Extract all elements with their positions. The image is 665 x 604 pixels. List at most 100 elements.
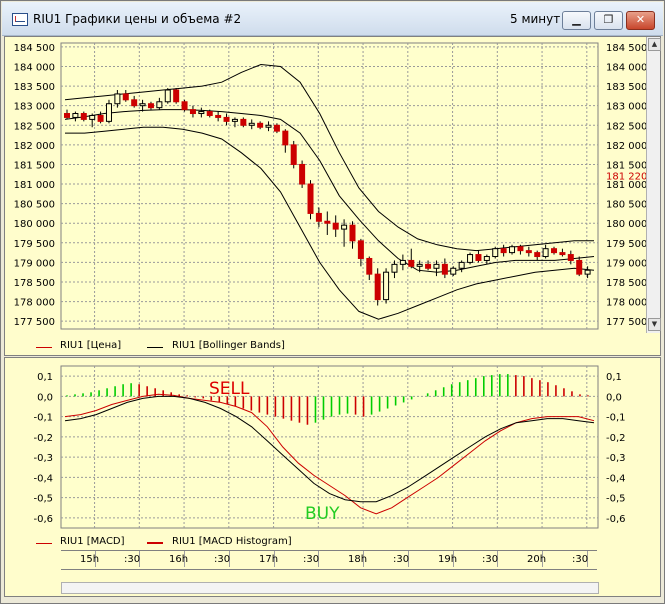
price-candle [441,263,448,275]
time-axis-label: :30 [393,554,410,565]
restore-icon: ❐ [603,13,614,26]
price-candle [391,263,398,273]
title-bar[interactable]: RIU1 Графики цены и объема #2 5 минут ▁ … [2,2,663,36]
price-scrollbar[interactable]: ▲ ▼ [646,37,661,333]
minimize-button[interactable]: ▁ [562,11,591,30]
price-axis-tick-left: 180 000 [14,219,55,230]
scroll-up-button[interactable]: ▲ [648,38,661,51]
price-candle [273,124,280,132]
price-axis-tick-right: 184 000 [606,63,647,74]
chart-app-icon [12,13,28,26]
macd-axis-tick-right: -0,6 [606,514,626,525]
price-candle [80,113,87,120]
price-axis-tick-left: 180 500 [14,200,55,211]
price-candle [357,240,364,259]
price-candle [299,163,306,185]
price-candle [450,267,457,275]
legend-swatch-price [36,347,52,348]
time-axis-label: 19h [438,554,458,565]
legend-price: RIU1 [Цена] [60,340,122,351]
price-pane[interactable]: 184 500 184 500 184 000 184 000 183 500 183 5… [4,36,661,356]
macd-axis-tick-right: 0,0 [606,392,622,403]
price-candle [416,263,423,267]
price-axis-tick-left: 182 000 [14,141,55,152]
price-candle [64,113,70,118]
macd-axis-tick-left: -0,6 [33,514,53,525]
price-axis-tick-left: 184 000 [14,63,55,74]
price-candle [315,212,322,222]
price-chart[interactable]: 184 500 184 500 184 000 184 000 183 500 183 5… [5,37,660,355]
price-candle [349,224,356,242]
scroll-down-button[interactable]: ▼ [648,318,661,331]
price-candle [257,122,264,128]
macd-axis-tick-right: -0,3 [606,453,626,464]
time-axis-label: 18h [348,554,368,565]
price-candle [139,103,146,107]
time-axis-label: :30 [303,554,320,565]
price-axis-tick-right: 183 500 [606,82,647,93]
price-candle [114,93,121,105]
price-axis-tick-left: 183 500 [14,82,55,93]
price-candle [399,259,406,265]
price-candle [374,273,381,301]
price-axis-tick-left: 182 500 [14,121,55,132]
maximize-button[interactable]: ❐ [594,11,623,30]
price-candle [559,252,566,256]
price-candle [341,224,348,230]
time-axis-label: 20h [527,554,547,565]
price-axis-tick-right: 177 500 [606,317,647,328]
price-candle [483,256,490,261]
price-candle [567,254,574,261]
price-candle [542,248,549,258]
price-axis-tick-left: 177 500 [14,317,55,328]
close-icon: ✕ [635,13,646,26]
price-candle [198,111,205,115]
price-axis-tick-right: 184 500 [606,43,647,54]
price-candle [147,103,154,109]
price-candle [105,103,112,122]
price-axis-tick-right: 182 500 [606,121,647,132]
price-candle [307,183,314,214]
time-axis-label: :30 [124,554,141,565]
price-candle [248,122,255,126]
price-axis-tick-left: 178 000 [14,298,55,309]
minimize-icon: ▁ [572,13,581,26]
timeframe-label: 5 минут [510,12,561,26]
price-candle [231,118,238,122]
price-candle [366,257,373,275]
close-button[interactable]: ✕ [626,11,655,30]
price-candle [517,246,524,252]
time-axis-label: 17h [259,554,279,565]
price-candle [240,118,247,126]
chart-window: RIU1 Графики цены и объема #2 5 минут ▁ … [0,0,665,604]
price-candle [551,248,558,254]
macd-pane[interactable]: 0,1 0,1 0,0 0,0 -0,1 -0,1 -0,2 -0,2 -0,3 -0,3 -0,4… [4,357,661,597]
horizontal-scrollbar[interactable] [61,582,599,594]
sell-annotation: SELL [209,379,250,399]
legend-swatch-bollinger [147,347,163,348]
price-candle [433,263,440,269]
time-axis-label: :30 [572,554,589,565]
price-candle [223,116,230,122]
price-candle [131,99,138,107]
price-candle [156,101,163,109]
legend-histogram: RIU1 [MACD Histogram] [172,536,292,547]
macd-axis-tick-left: -0,5 [33,494,53,505]
price-candle [584,269,591,275]
price-candle [122,93,129,101]
price-axis-tick-left: 181 500 [14,160,55,171]
price-axis-tick-right: 183 000 [606,102,647,113]
buy-annotation: BUY [305,504,340,524]
current-price-label: 181 220 [606,171,647,182]
price-candle [383,271,390,301]
macd-axis-tick-left: -0,4 [33,473,53,484]
macd-axis-tick-right: -0,4 [606,473,626,484]
macd-axis-tick-left: -0,3 [33,453,53,464]
macd-axis-tick-left: 0,1 [37,372,53,383]
price-axis-tick-left: 181 000 [14,180,55,191]
price-candle [324,220,331,224]
price-axis-tick-right: 178 500 [606,278,647,289]
time-axis-label: 15h [80,554,100,565]
price-candle [290,144,297,165]
price-axis-tick-right: 179 500 [606,239,647,250]
